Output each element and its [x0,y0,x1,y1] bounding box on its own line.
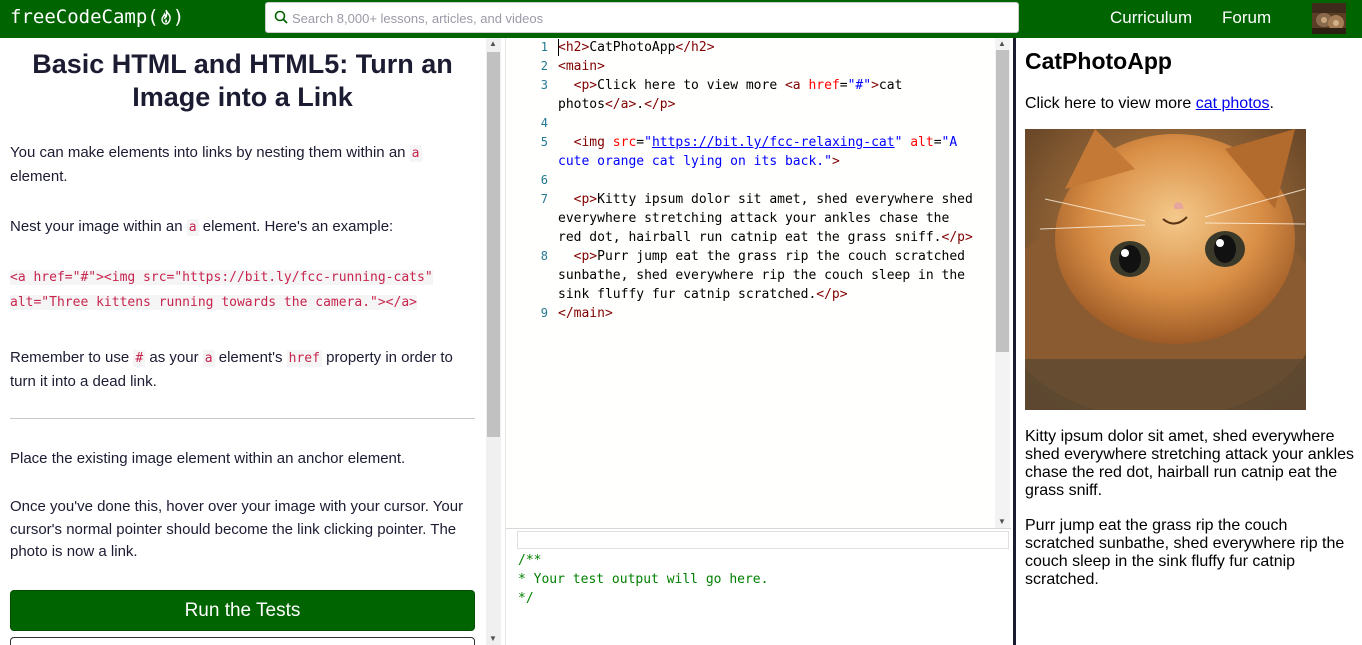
example-code-line-1: <a href="#"><img src="https://bit.ly/fcc… [10,270,433,285]
user-avatar[interactable] [1312,3,1346,34]
text-cursor [558,39,559,56]
p3-text-c: element's [214,349,287,366]
scroll-up-arrow-icon[interactable]: ▲ [488,40,498,48]
p1-text: You can make elements into links by nest… [10,144,410,161]
p3-text-a: Remember to use [10,349,134,366]
code-line: <img src="https://bit.ly/fcc-relaxing-ca… [573,135,958,150]
example-code-block: <a href="#"><img src="https://bit.ly/fcc… [10,265,475,315]
editor-scroll-up-icon[interactable]: ▲ [997,40,1007,48]
instructions-paragraph-1: Place the existing image element within … [10,450,406,467]
example-code-line-2: alt="Three kittens running towards the c… [10,295,417,310]
line-number: 5 [540,135,548,149]
code-line: cute orange cat lying on its back."> [558,154,840,169]
section-divider [10,418,475,419]
code-line: <p>Click here to view more <a href="#">c… [573,78,903,93]
p1-inline-code: a [409,145,422,162]
freecodecamp-logo[interactable]: freeCodeCamp() [10,6,184,28]
test-output-text: /** * Your test output will go here. */ [518,551,768,608]
p1-text-end: element. [10,168,68,185]
logo-text: freeCodeCamp( [10,6,159,28]
editor-scroll-down-icon[interactable]: ▼ [997,518,1007,526]
scroll-down-arrow-icon[interactable]: ▼ [488,635,498,643]
p3-text-b: as your [145,349,203,366]
output-line: /** [518,553,542,568]
line-number: 6 [540,173,548,187]
nav-link-forum[interactable]: Forum [1222,8,1271,28]
search-input[interactable] [292,6,992,30]
code-line: <p>Purr jump eat the grass rip the couch… [573,249,965,264]
cat-illustration [1025,129,1306,410]
code-line: red dot, hairball run catnip eat the gra… [558,230,973,245]
output-header-bar [517,531,1009,549]
output-line: * Your test output will go here. [518,572,769,587]
line-number: 1 [540,40,548,54]
instructions-paragraph-2: Once you've done this, hover over your i… [10,498,464,560]
preview-heading: CatPhotoApp [1025,48,1172,74]
challenge-title: Basic HTML and HTML5: Turn an Image into… [32,49,453,112]
flame-icon [161,9,171,25]
preview-pane: CatPhotoApp Click here to view more cat … [1016,38,1362,645]
p3-inline-code-href: href [286,350,322,367]
challenge-description-pane: Basic HTML and HTML5: Turn an Image into… [0,38,486,645]
p2-text-end: element. Here's an example: [198,218,394,235]
search-bar[interactable] [265,2,1019,33]
code-editor[interactable]: 1 2 3 4 5 6 7 8 9 <h2>CatPhotoApp</h2> <… [505,38,1011,528]
line-number: 8 [540,249,548,263]
test-output-panel: /** * Your test output will go here. */ [505,528,1011,645]
code-line: </main> [558,306,613,321]
line-number: 4 [540,116,548,130]
line-number: 9 [540,306,548,320]
p2-text: Nest your image within an [10,218,187,235]
output-line: */ [518,591,534,606]
code-line: <p>Kitty ipsum dolor sit amet, shed ever… [573,192,973,207]
code-line: <h2>CatPhotoApp</h2> [558,40,715,55]
run-tests-button[interactable]: Run the Tests [10,590,475,631]
cat-photo-image [1025,129,1306,410]
search-icon [274,10,288,24]
line-number: 3 [540,78,548,92]
code-line: <main> [558,59,605,74]
nav-link-curriculum[interactable]: Curriculum [1110,8,1192,28]
description-paragraph-3: Remember to use # as your a element's hr… [10,346,475,393]
top-navbar: freeCodeCamp() Curriculum Forum [0,0,1362,38]
code-line: everywhere stretching attack your ankles… [558,211,950,226]
p3-inline-code-hash: # [133,350,146,367]
code-line: sink fluffy fur catnip scratched.</p> [558,287,848,302]
secondary-button-partial[interactable] [10,637,475,645]
editor-scrollbar-thumb[interactable] [996,50,1009,352]
preview-paragraph-2: Kitty ipsum dolor sit amet, shed everywh… [1025,428,1355,499]
code-line: sunbathe, shed everywhere rip the couch … [558,268,965,283]
preview-paragraph-3: Purr jump eat the grass rip the couch sc… [1025,517,1345,588]
p3-inline-code-a: a [202,350,215,367]
cat-photos-link[interactable]: cat photos [1196,95,1270,112]
description-scrollbar[interactable]: ▲ ▼ [486,38,501,645]
line-number-gutter: 1 2 3 4 5 6 7 8 9 [506,38,551,528]
description-scrollbar-thumb[interactable] [487,52,500,437]
p2-inline-code: a [186,219,199,236]
description-paragraph-1: You can make elements into links by nest… [10,141,475,188]
logo-close-paren: ) [172,6,185,28]
editor-scrollbar[interactable]: ▲ ▼ [995,38,1010,528]
description-paragraph-2: Nest your image within an a element. Her… [10,215,475,239]
avatar-image [1312,3,1346,34]
line-number: 2 [540,59,548,73]
code-line: photos</a>.</p> [558,97,676,112]
preview-paragraph-1: Click here to view more cat photos. [1025,95,1274,112]
editor-url-link[interactable]: https://bit.ly/fcc-relaxing-cat [652,135,895,150]
line-number: 7 [540,192,548,206]
